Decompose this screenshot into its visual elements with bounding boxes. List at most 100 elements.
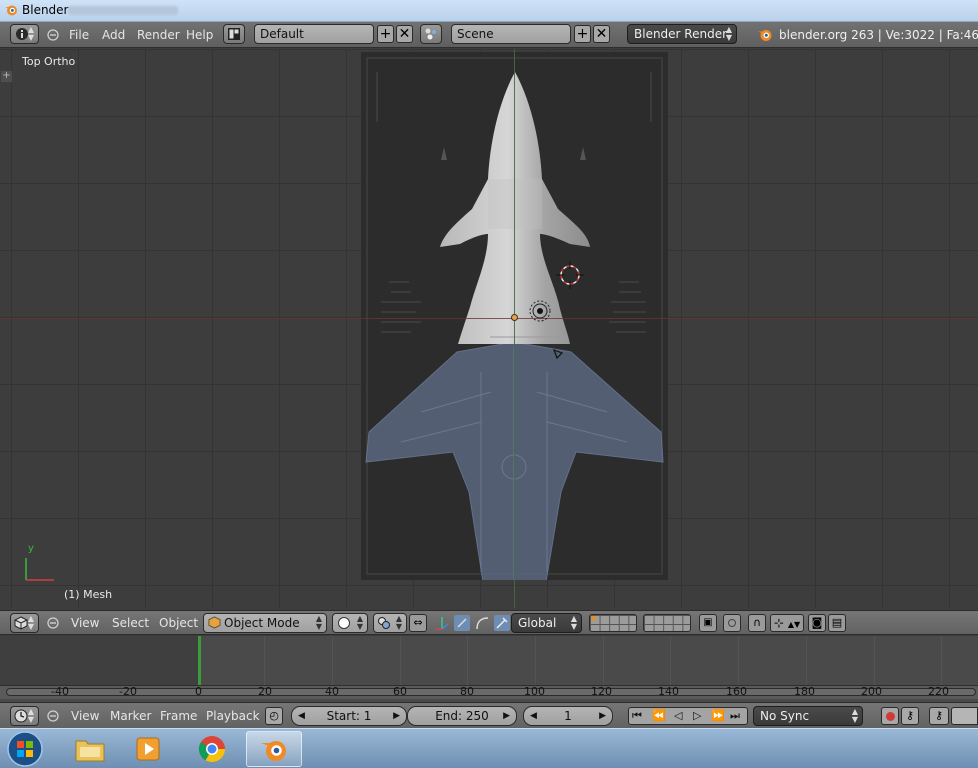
object-mode-icon (208, 616, 221, 629)
translate-manipulator-icon[interactable] (434, 615, 450, 631)
scene-field[interactable]: Scene (451, 24, 571, 44)
menu-file[interactable]: File (69, 28, 89, 42)
timeline-editor[interactable]: -40 -20 0 20 40 60 80 100 120 140 160 18… (0, 636, 978, 702)
x-axis-line (0, 318, 978, 319)
snap-toggle-icon[interactable]: ∩ (748, 614, 766, 632)
camera-icon[interactable] (552, 348, 564, 360)
windows-taskbar (0, 728, 978, 768)
remove-screen-icon[interactable]: ✕ (396, 25, 413, 43)
arrow-right-icon[interactable]: ▶ (503, 707, 510, 725)
lock-layers-icon[interactable]: ▣ (699, 614, 717, 632)
timeline-grid-line (874, 636, 875, 686)
render-animation-icon[interactable]: ▤ (828, 614, 846, 632)
menu-view[interactable]: View (71, 616, 99, 630)
screen-layout-icon-button[interactable] (223, 24, 245, 44)
add-screen-icon[interactable]: + (377, 25, 394, 43)
collapse-menu-icon[interactable] (45, 615, 61, 631)
3d-cursor-icon[interactable] (556, 261, 584, 289)
current-frame-value: 1 (564, 709, 572, 723)
rotate-manipulator-icon[interactable] (454, 615, 470, 631)
taskbar-chrome[interactable] (184, 731, 240, 767)
menu-help[interactable]: Help (186, 28, 213, 42)
keyframe-type-icon[interactable]: ⚷ (929, 707, 949, 725)
play-icon[interactable]: ▷ (693, 708, 701, 724)
active-layer-dot (591, 616, 596, 621)
menu-add[interactable]: Add (102, 28, 125, 42)
layer-buttons-group-1[interactable] (589, 614, 637, 632)
menu-frame[interactable]: Frame (160, 709, 197, 723)
collapse-menu-icon[interactable] (45, 708, 61, 724)
jump-keyframe-back-icon[interactable]: ⏪ (652, 708, 666, 724)
taskbar-explorer[interactable] (62, 731, 118, 767)
frame-label: 180 (794, 685, 815, 698)
mode-select[interactable]: Object Mode ▲ ▼ (203, 613, 327, 633)
sync-value: No Sync (760, 709, 810, 723)
keying-set-field[interactable] (951, 707, 978, 725)
layer-buttons-group-2[interactable] (643, 614, 691, 632)
mode-value: Object Mode (224, 616, 300, 630)
viewport-shading-select[interactable]: ▲ ▼ (332, 613, 368, 633)
editor-type-timeline-button[interactable]: ▲ ▼ (10, 706, 39, 726)
blender-taskbar-icon (261, 741, 286, 761)
menu-select[interactable]: Select (112, 616, 149, 630)
scale-manipulator-icon[interactable] (474, 615, 490, 631)
start-orb-icon[interactable] (6, 730, 44, 768)
play-reverse-icon[interactable]: ◁ (674, 708, 682, 724)
mesh-object[interactable] (430, 69, 600, 349)
current-frame-field[interactable]: ◀ 1 ▶ (523, 706, 613, 726)
render-engine-select[interactable]: Blender Render ▲ ▼ (627, 24, 737, 44)
menu-render[interactable]: Render (137, 28, 180, 42)
timeline-scrollbar[interactable] (6, 688, 976, 696)
preview-range-toggle-icon[interactable]: ◴ (265, 707, 283, 725)
lamp-icon[interactable] (526, 297, 554, 325)
menu-view[interactable]: View (71, 709, 99, 723)
screen-layout-icon (228, 28, 240, 40)
jump-keyframe-forward-icon[interactable]: ⏩ (711, 708, 725, 724)
tool-shelf-toggle-icon[interactable]: + (1, 71, 12, 82)
screen-layout-name: Default (260, 27, 304, 41)
menu-marker[interactable]: Marker (110, 709, 151, 723)
snap-element-icon[interactable]: ⊹ ▲▼ (770, 614, 804, 632)
scene-icon-button[interactable] (420, 24, 442, 44)
taskbar-media-player[interactable] (121, 731, 177, 767)
remove-scene-icon[interactable]: ✕ (593, 25, 610, 43)
arrow-left-icon[interactable]: ◀ (530, 707, 537, 725)
keying-set-icon[interactable]: ⚷ (901, 707, 919, 725)
editor-type-info-button[interactable]: ▲ ▼ (10, 24, 39, 44)
editor-type-3d-button[interactable]: ▲ ▼ (10, 613, 39, 633)
manipulator-toggle-icon[interactable]: ⇔ (409, 614, 427, 632)
blender-logo-icon (5, 5, 17, 16)
add-scene-icon[interactable]: + (574, 25, 591, 43)
timeline-grid-line (603, 636, 604, 686)
transform-orientation-icon[interactable] (494, 615, 510, 631)
end-frame-field[interactable]: End: 250 ▶ (407, 706, 517, 726)
jump-end-icon[interactable]: ⏭ (730, 708, 740, 724)
pivot-point-select[interactable]: ▲ ▼ (373, 613, 407, 633)
screen-layout-field[interactable]: Default (254, 24, 374, 44)
updown-icon: ▲ ▼ (851, 707, 858, 724)
start-frame-field[interactable]: ◀ Start: 1 ▶ (291, 706, 407, 726)
jump-start-icon[interactable]: ⏮ (632, 708, 642, 724)
3d-viewport[interactable]: Top Ortho + y (1) Mesh (0, 49, 978, 608)
timeline-grid-line (264, 636, 265, 686)
menu-object[interactable]: Object (159, 616, 198, 630)
taskbar-blender[interactable] (246, 731, 302, 767)
updown-icon: ▲ ▼ (27, 707, 34, 724)
arrow-left-icon[interactable]: ◀ (298, 707, 305, 725)
timeline-preroll-shade (0, 636, 198, 686)
timeline-grid-line (806, 636, 807, 686)
render-engine-value: Blender Render (634, 27, 728, 41)
timeline-grid-line (60, 636, 61, 686)
sync-select[interactable]: No Sync ▲ ▼ (753, 706, 863, 726)
orientation-select[interactable]: Global ▲ ▼ (511, 613, 582, 633)
start-frame-value: Start: 1 (326, 709, 372, 723)
frame-label: 80 (460, 685, 474, 698)
timeline-playhead[interactable] (198, 636, 201, 686)
frame-label: 160 (726, 685, 747, 698)
arrow-right-icon[interactable]: ▶ (599, 707, 606, 725)
render-still-icon[interactable]: ◙ (808, 614, 826, 632)
collapse-menu-icon[interactable] (45, 27, 61, 43)
updown-icon: ▲ ▼ (395, 614, 402, 631)
menu-playback[interactable]: Playback (206, 709, 260, 723)
arrow-right-icon[interactable]: ▶ (393, 707, 400, 725)
